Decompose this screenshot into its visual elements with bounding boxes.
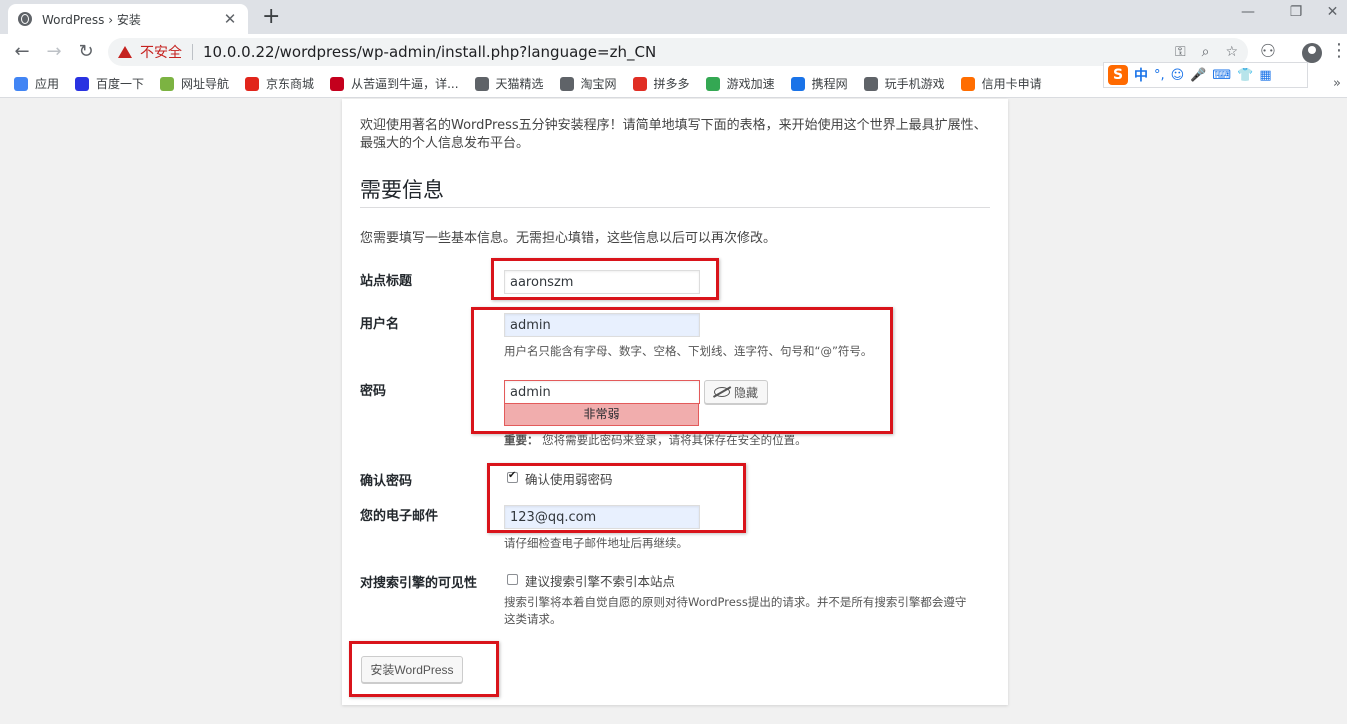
menu-dots-icon[interactable]: ⋮ <box>1330 40 1347 61</box>
username-hint: 用户名只能含有字母、数字、空格、下划线、连字符、句号和“@”符号。 <box>504 344 873 358</box>
tab-close-icon[interactable]: ✕ <box>222 10 238 28</box>
username-label: 用户名 <box>360 317 400 332</box>
bookmark-favicon-icon <box>960 76 975 91</box>
email-label: 您的电子邮件 <box>360 509 439 524</box>
close-window-button[interactable]: ✕ <box>1318 4 1347 20</box>
discourage-search-checkbox[interactable] <box>507 574 518 585</box>
bookmark-label: 信用卡申请 <box>981 77 1042 91</box>
important-text: 您将需要此密码来登录，请将其保存在安全的位置。 <box>542 433 807 447</box>
discourage-search-label[interactable]: 建议搜索引擎不索引本站点 <box>525 571 675 590</box>
site-title-input[interactable] <box>504 270 700 294</box>
bookmark-label: 游戏加速 <box>726 77 775 91</box>
keyboard-icon[interactable]: ⌨ <box>1212 68 1231 83</box>
email-hint: 请仔细检查电子邮件地址后再继续。 <box>504 536 688 550</box>
url-text[interactable]: 10.0.0.22/wordpress/wp-admin/install.php… <box>203 43 1159 61</box>
email-input[interactable] <box>504 505 700 529</box>
bookmark-favicon-icon <box>474 76 489 91</box>
minimize-button[interactable]: — <box>1228 4 1268 20</box>
address-bar[interactable]: 不安全 10.0.0.22/wordpress/wp-admin/install… <box>108 38 1248 66</box>
search-visibility-hint: 搜索引擎将本着自觉自愿的原则对待WordPress提出的请求。并不是所有搜索引擎… <box>504 595 967 626</box>
bookmark-item[interactable]: 游戏加速 <box>705 75 775 92</box>
confirm-weak-password-label[interactable]: 确认使用弱密码 <box>525 469 613 488</box>
divider <box>360 207 990 208</box>
bookmark-favicon-icon <box>160 76 175 91</box>
ime-mode-toggle[interactable]: 中 <box>1134 65 1148 85</box>
confirm-weak-password-checkbox[interactable] <box>507 470 518 483</box>
bookmark-label: 拼多多 <box>653 77 690 91</box>
skin-icon[interactable]: 👕 <box>1237 68 1253 83</box>
zoom-icon[interactable]: ⌕ <box>1202 44 1210 60</box>
toolbox-icon[interactable]: ▦ <box>1259 68 1271 83</box>
bookmark-item[interactable]: 百度一下 <box>75 75 144 92</box>
key-icon[interactable]: ⚿ <box>1175 44 1186 60</box>
globe-icon <box>18 12 32 26</box>
bookmark-label: 淘宝网 <box>580 77 617 91</box>
bookmark-favicon-icon <box>14 76 28 91</box>
bookmark-label: 网址导航 <box>181 77 230 91</box>
emoji-icon[interactable]: ☺ <box>1171 68 1185 83</box>
divider <box>192 44 193 60</box>
bookmark-label: 京东商城 <box>266 77 315 91</box>
bookmark-favicon-icon <box>790 76 805 91</box>
extension-icon[interactable]: ⚇ <box>1256 40 1280 64</box>
hide-password-label: 隐藏 <box>733 385 758 400</box>
section-description: 您需要填写一些基本信息。无需担心填错，这些信息以后可以再次修改。 <box>360 231 777 246</box>
intro-text: 欢迎使用著名的WordPress五分钟安装程序！请简单地填写下面的表格，来开始使… <box>360 118 987 151</box>
bookmark-item[interactable]: 玩手机游戏 <box>863 75 945 92</box>
bookmark-favicon-icon <box>559 76 574 91</box>
restore-button[interactable]: ❐ <box>1276 4 1316 20</box>
password-input[interactable] <box>504 380 700 404</box>
important-prefix: 重要： <box>504 433 539 447</box>
bookmark-item[interactable]: 淘宝网 <box>559 75 617 92</box>
star-icon[interactable]: ☆ <box>1225 44 1238 60</box>
bookmark-label: 百度一下 <box>96 77 145 91</box>
tab-title: WordPress › 安装 <box>42 12 141 27</box>
bookmark-favicon-icon <box>330 76 345 91</box>
reload-icon[interactable]: ↻ <box>74 40 98 64</box>
bookmarks-more-icon[interactable]: » <box>1333 76 1341 91</box>
bookmark-favicon-icon <box>632 76 647 91</box>
bookmark-label: 玩手机游戏 <box>884 77 945 91</box>
bookmark-favicon-icon <box>863 76 878 91</box>
bookmark-item[interactable]: 网址导航 <box>160 75 229 92</box>
tab-strip: WordPress › 安装 ✕ + — ❐ ✕ <box>0 0 1347 34</box>
bookmark-item[interactable]: 应用 <box>14 75 59 92</box>
confirm-password-label: 确认密码 <box>360 474 413 489</box>
bookmark-favicon-icon <box>705 76 720 91</box>
ime-toolbar[interactable]: S 中 °, ☺ 🎤 ⌨ 👕 ▦ <box>1103 62 1308 88</box>
bookmark-favicon-icon <box>245 76 260 91</box>
new-tab-button[interactable]: + <box>262 6 280 28</box>
warning-icon <box>118 46 132 58</box>
bookmark-label: 从苦逼到牛逼，详... <box>351 77 459 91</box>
eye-slash-icon <box>713 387 730 397</box>
password-label: 密码 <box>360 384 387 399</box>
punctuation-icon[interactable]: °, <box>1154 68 1165 83</box>
password-important-note: 重要： 您将需要此密码来登录，请将其保存在安全的位置。 <box>504 432 807 449</box>
bookmark-label: 天猫精选 <box>495 77 544 91</box>
bookmark-favicon-icon <box>75 76 90 91</box>
browser-tab[interactable]: WordPress › 安装 ✕ <box>8 4 248 34</box>
sogou-logo-icon[interactable]: S <box>1108 65 1128 85</box>
back-arrow-icon[interactable]: ← <box>10 40 34 64</box>
bookmark-item[interactable]: 京东商城 <box>245 75 314 92</box>
microphone-icon[interactable]: 🎤 <box>1190 68 1206 83</box>
bookmark-item[interactable]: 从苦逼到牛逼，详... <box>330 75 459 92</box>
bookmark-label: 携程网 <box>811 77 848 91</box>
password-strength-meter: 非常弱 <box>504 404 699 426</box>
security-label[interactable]: 不安全 <box>140 42 182 62</box>
install-wordpress-button[interactable]: 安装WordPress <box>361 656 463 683</box>
forward-arrow-icon[interactable]: → <box>42 40 66 64</box>
site-title-label: 站点标题 <box>360 274 413 289</box>
bookmark-item[interactable]: 天猫精选 <box>474 75 544 92</box>
hide-password-button[interactable]: 隐藏 <box>704 380 768 404</box>
section-title: 需要信息 <box>360 178 444 202</box>
bookmark-item[interactable]: 携程网 <box>790 75 848 92</box>
bookmark-label: 应用 <box>35 77 60 91</box>
username-input[interactable] <box>504 313 700 337</box>
bookmark-item[interactable]: 拼多多 <box>632 75 690 92</box>
profile-avatar-icon[interactable] <box>1302 43 1322 63</box>
bookmark-item[interactable]: 信用卡申请 <box>960 75 1042 92</box>
search-visibility-label: 对搜索引擎的可见性 <box>360 576 478 591</box>
